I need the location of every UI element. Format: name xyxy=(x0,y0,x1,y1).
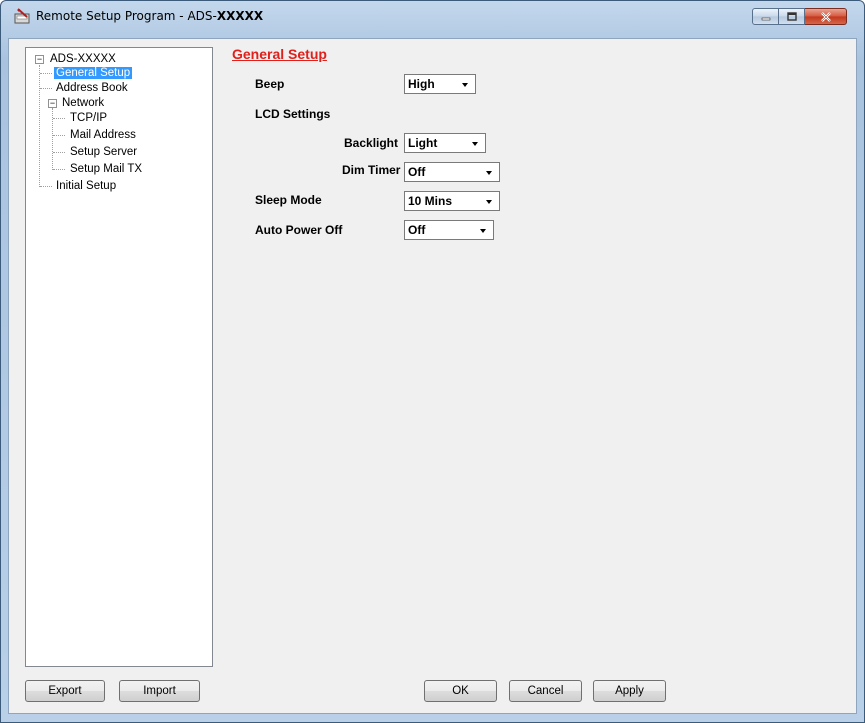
tree-item-address-book[interactable]: Address Book xyxy=(54,81,130,95)
cancel-button[interactable]: Cancel xyxy=(509,680,582,702)
tree-item-setup-mail-tx[interactable]: Setup Mail TX xyxy=(68,162,144,176)
tree-line xyxy=(53,152,65,153)
chevron-down-icon xyxy=(462,83,468,87)
backlight-label: Backlight xyxy=(344,136,399,150)
apply-button[interactable]: Apply xyxy=(593,680,666,702)
chevron-down-icon xyxy=(472,142,478,146)
tree-item-general-setup-label: General Setup xyxy=(54,67,133,79)
sleep-mode-label: Sleep Mode xyxy=(255,193,322,207)
tree-item-root[interactable]: ADS-XXXXX xyxy=(48,52,118,66)
settings-tree[interactable]: − ADS-XXXXX General Setup Address Book −… xyxy=(25,47,213,667)
tree-line xyxy=(40,186,52,187)
tree-item-general-setup[interactable]: General Setup xyxy=(54,66,133,80)
tree-line xyxy=(53,118,65,119)
beep-select[interactable]: High xyxy=(404,74,476,94)
caption-buttons xyxy=(752,8,847,25)
tree-item-initial-setup[interactable]: Initial Setup xyxy=(54,179,118,193)
chevron-down-icon xyxy=(480,229,486,233)
export-button[interactable]: Export xyxy=(25,680,105,702)
dim-timer-select[interactable]: Off xyxy=(404,162,500,182)
minimize-icon xyxy=(761,17,770,20)
auto-power-off-label: Auto Power Off xyxy=(255,223,343,237)
auto-power-off-select-value: Off xyxy=(408,223,426,237)
tree-line xyxy=(53,169,65,170)
title-bar[interactable]: Remote Setup Program - ADS-XXXXX xyxy=(1,1,864,31)
tree-item-tcp-ip[interactable]: TCP/IP xyxy=(68,111,109,125)
section-title: General Setup xyxy=(232,46,327,62)
sleep-mode-select[interactable]: 10 Mins xyxy=(404,191,500,211)
dim-timer-label: Dim Timer xyxy=(342,163,401,177)
tree-line xyxy=(39,65,40,187)
tree-item-network-label: Network xyxy=(62,97,105,109)
lcd-settings-label: LCD Settings xyxy=(255,107,331,121)
root-collapse-icon[interactable]: − xyxy=(35,55,44,64)
maximize-icon xyxy=(786,12,797,21)
tree-item-mail-address-label: Mail Address xyxy=(70,129,136,141)
window-title: Remote Setup Program - ADS-XXXXX xyxy=(36,9,263,23)
auto-power-off-select[interactable]: Off xyxy=(404,220,494,240)
tree-item-setup-server[interactable]: Setup Server xyxy=(68,145,139,159)
window-title-prefix: Remote Setup Program - ADS- xyxy=(36,9,217,23)
sleep-mode-select-value: 10 Mins xyxy=(408,194,453,208)
close-icon xyxy=(820,11,831,22)
minimize-button[interactable] xyxy=(752,8,779,25)
dim-timer-select-value: Off xyxy=(408,165,426,179)
tree-line xyxy=(40,73,52,74)
tree-item-setup-server-label: Setup Server xyxy=(70,146,138,158)
tree-item-address-book-label: Address Book xyxy=(56,82,128,94)
tree-item-tcp-ip-label: TCP/IP xyxy=(70,112,108,124)
tree-item-network[interactable]: Network xyxy=(60,96,106,110)
chevron-down-icon xyxy=(486,200,492,204)
tree-line xyxy=(53,135,65,136)
backlight-select[interactable]: Light xyxy=(404,133,486,153)
import-button[interactable]: Import xyxy=(119,680,200,702)
beep-label: Beep xyxy=(255,77,285,91)
tree-item-mail-address[interactable]: Mail Address xyxy=(68,128,138,142)
network-collapse-icon[interactable]: − xyxy=(48,99,57,108)
app-window: Remote Setup Program - ADS-XXXXX − ADS-X… xyxy=(0,0,865,723)
tree-item-root-label: ADS-XXXXX xyxy=(50,53,116,65)
ok-button[interactable]: OK xyxy=(424,680,497,702)
tree-item-initial-setup-label: Initial Setup xyxy=(56,180,117,192)
tree-line xyxy=(40,88,52,89)
remote-setup-app-icon xyxy=(14,8,30,24)
backlight-select-value: Light xyxy=(408,136,438,150)
window-title-model: XXXXX xyxy=(216,9,264,23)
tree-item-setup-mail-tx-label: Setup Mail TX xyxy=(70,163,143,175)
beep-select-value: High xyxy=(408,77,435,91)
client-area: − ADS-XXXXX General Setup Address Book −… xyxy=(8,38,857,714)
chevron-down-icon xyxy=(486,171,492,175)
maximize-button[interactable] xyxy=(779,8,805,25)
close-button[interactable] xyxy=(805,8,847,25)
